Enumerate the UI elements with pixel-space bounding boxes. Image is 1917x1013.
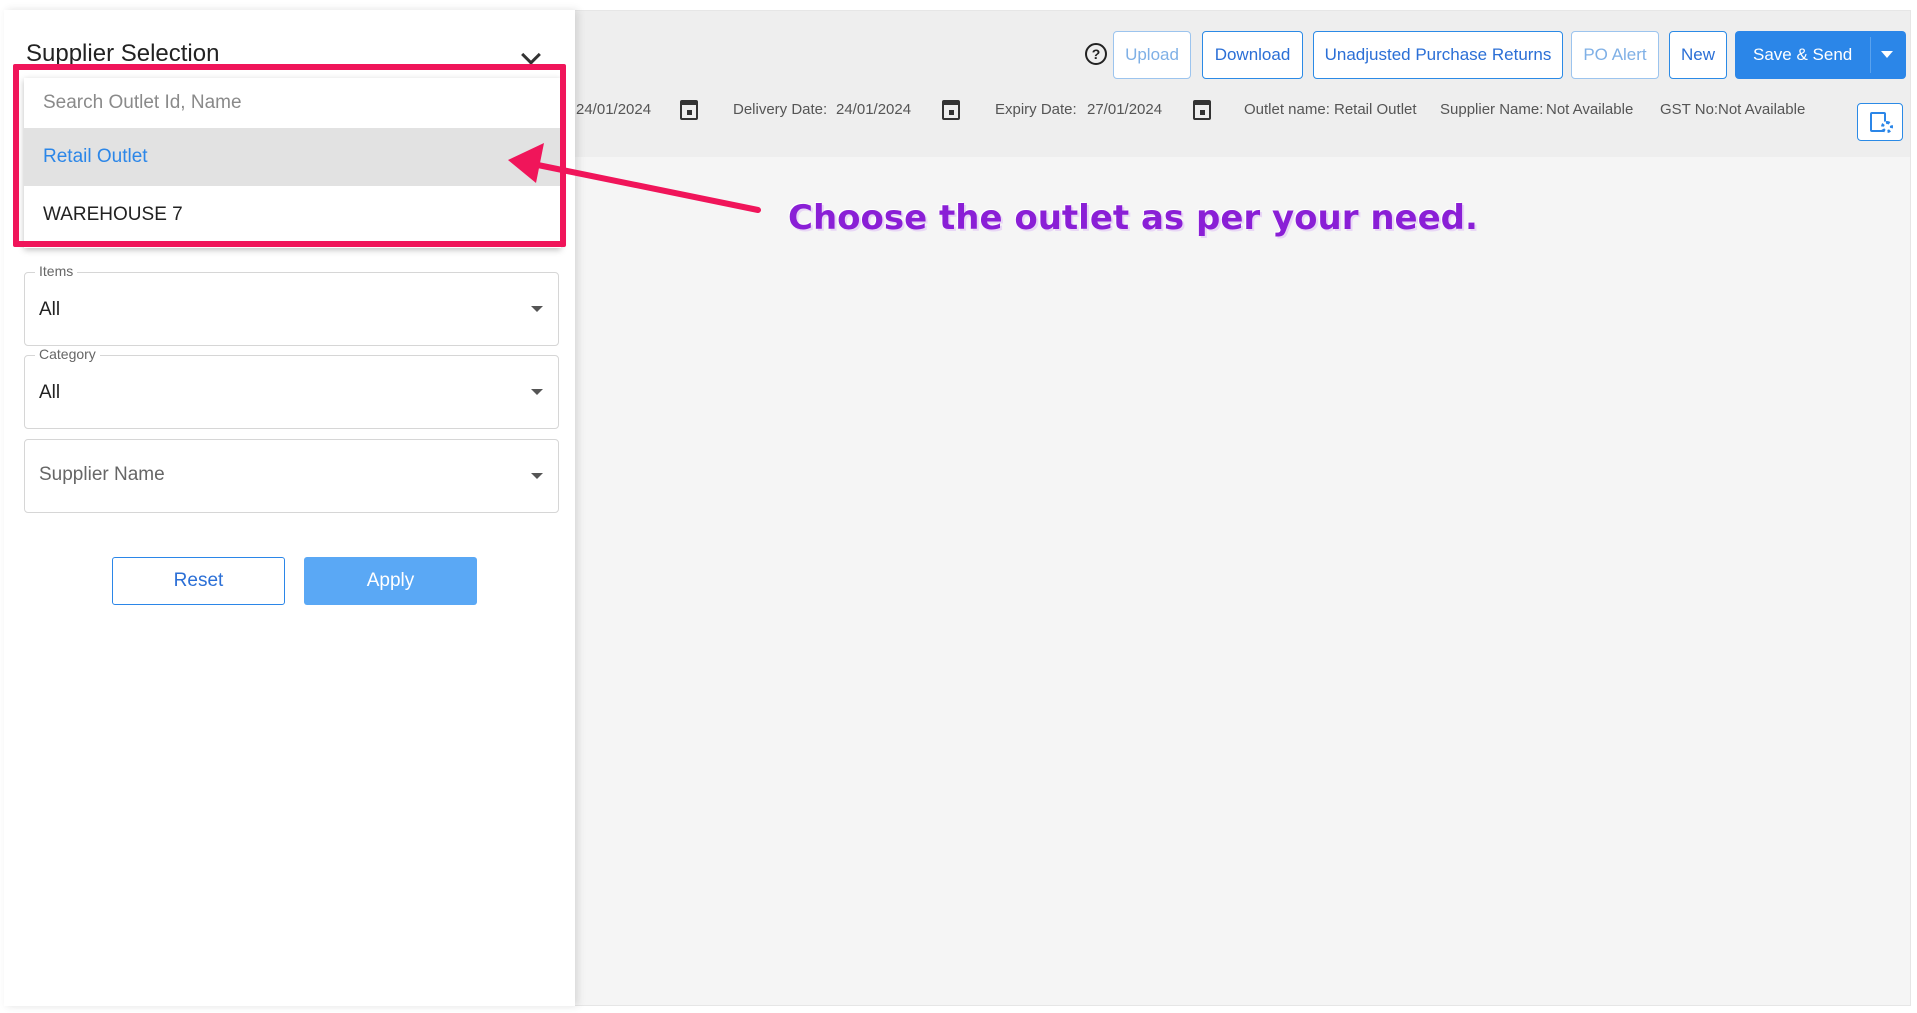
category-select[interactable]: Category All [24, 346, 559, 429]
items-dropdown-icon [531, 306, 543, 312]
po-alert-button[interactable]: PO Alert [1571, 31, 1659, 79]
items-legend: Items [35, 263, 78, 279]
new-button[interactable]: New [1669, 31, 1727, 79]
save-send-label: Save & Send [1753, 45, 1853, 64]
category-legend: Category [35, 346, 100, 362]
outlet-option-warehouse-7[interactable]: WAREHOUSE 7 [24, 186, 561, 244]
delivery-date-label: Delivery Date: [733, 101, 828, 118]
delivery-date-value: 24/01/2024 [836, 101, 912, 118]
category-dropdown-icon [531, 389, 543, 395]
items-value: All [39, 299, 61, 320]
reset-button[interactable]: Reset [112, 557, 285, 605]
po-date-value: 24/01/2024 [576, 101, 652, 118]
delivery-date-calendar-icon[interactable] [942, 100, 960, 120]
outlet-search-input[interactable] [24, 78, 561, 128]
outlet-option-retail-outlet[interactable]: Retail Outlet [24, 128, 561, 186]
expiry-date-label: Expiry Date: [995, 101, 1077, 118]
supplier-dropdown-icon [531, 473, 543, 479]
supplier-name-select[interactable]: Supplier Name [24, 439, 559, 513]
download-button[interactable]: Download [1202, 31, 1303, 79]
supplier-name-label: Supplier Name: [1440, 101, 1544, 118]
gst-no-value: Not Available [1718, 101, 1806, 118]
save-send-divider [1870, 37, 1871, 73]
items-select[interactable]: Items All [24, 263, 559, 346]
outlet-dropdown: Retail Outlet WAREHOUSE 7 [24, 78, 561, 248]
app-root: ? Upload Download Unadjusted Purchase Re… [0, 0, 1917, 1013]
outlet-name-value: Retail Outlet [1334, 101, 1417, 118]
collapse-chevron-icon[interactable] [521, 45, 541, 65]
gst-no-label: GST No: [1660, 101, 1719, 118]
save-send-dropdown-icon[interactable] [1881, 51, 1893, 58]
panel-title: Supplier Selection [26, 40, 220, 67]
expiry-date-value: 27/01/2024 [1087, 101, 1163, 118]
column-settings-button[interactable] [1857, 103, 1903, 141]
supplier-name-placeholder: Supplier Name [39, 464, 165, 485]
upload-button[interactable]: Upload [1113, 31, 1191, 79]
supplier-name-value: Not Available [1546, 101, 1634, 118]
outlet-name-label: Outlet name: [1244, 101, 1330, 118]
unadjusted-purchase-returns-button[interactable]: Unadjusted Purchase Returns [1313, 31, 1563, 79]
po-date-calendar-icon[interactable] [680, 100, 698, 120]
category-value: All [39, 382, 61, 403]
gear-icon [1881, 121, 1893, 133]
apply-button[interactable]: Apply [304, 557, 477, 605]
supplier-selection-panel: Supplier Selection Items All Category Al… [4, 10, 575, 1006]
annotation-text: Choose the outlet as per your need. [788, 198, 1478, 238]
expiry-date-calendar-icon[interactable] [1193, 100, 1211, 120]
help-icon[interactable]: ? [1085, 43, 1107, 65]
save-send-button[interactable]: Save & Send [1735, 31, 1906, 79]
